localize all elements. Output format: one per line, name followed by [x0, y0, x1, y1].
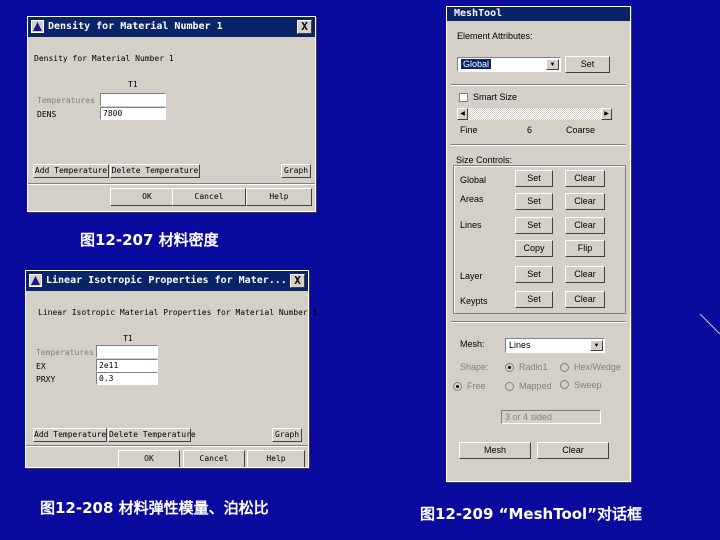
shape-radio-hex-label: Hex/Wedge — [574, 362, 621, 372]
divider — [451, 321, 626, 323]
dens-field[interactable]: 7800 — [100, 107, 166, 120]
density-dialog-titlebar[interactable]: Density for Material Number 1 X — [28, 17, 315, 37]
linear-isotropic-title: Linear Isotropic Properties for Mater... — [46, 275, 287, 286]
temperatures-label: Temperatures — [37, 96, 95, 105]
sided-select[interactable]: 3 or 4 sided — [501, 410, 601, 424]
smart-size-slider[interactable]: ◀ ▶ — [457, 108, 612, 120]
divider — [26, 445, 308, 447]
chevron-down-icon[interactable]: ▼ — [546, 59, 559, 70]
set-attributes-button[interactable]: Set — [565, 56, 610, 73]
dens-label: DENS — [37, 110, 57, 119]
caption-figure-12-209: 图12-209 “MeshTool”对话框 — [420, 505, 643, 523]
attr-select-value: Global — [461, 59, 492, 69]
lines-set-button[interactable]: Set — [515, 217, 553, 234]
close-button[interactable]: X — [297, 20, 312, 34]
sided-select-value: 3 or 4 sided — [505, 412, 553, 422]
smart-size-value: 6 — [527, 125, 533, 135]
slider-right-arrow[interactable]: ▶ — [601, 108, 612, 120]
clear-mesh-button[interactable]: Clear — [537, 442, 609, 459]
global-set-button[interactable]: Set — [515, 170, 553, 187]
sweep-label: Sweep — [574, 380, 602, 390]
sweep-radio[interactable] — [560, 380, 569, 389]
meshtool-title: MeshTool — [454, 8, 503, 19]
size-controls-label: Size Controls: — [456, 155, 513, 165]
decorative-line — [699, 313, 720, 335]
shape-radio-tri-label: Radio1 — [519, 362, 548, 372]
smart-size-label: Smart Size — [473, 92, 518, 102]
dialog-heading: Linear Isotropic Material Properties for… — [38, 308, 318, 317]
linear-isotropic-dialog: Linear Isotropic Properties for Mater...… — [25, 270, 317, 468]
add-temperature-button[interactable]: Add Temperature — [33, 428, 107, 442]
close-button[interactable]: X — [290, 274, 305, 288]
divider — [28, 183, 315, 185]
meshtool-dialog: MeshTool Element Attributes: Global ▼ Se… — [446, 6, 631, 482]
help-button[interactable]: Help — [247, 450, 305, 467]
element-attributes-label: Element Attributes: — [457, 31, 533, 41]
delete-temperature-button[interactable]: Delete Temperature — [110, 164, 200, 178]
caption-figure-12-208: 图12-208 材料弹性模量、泊松比 — [40, 499, 269, 517]
areas-set-button[interactable]: Set — [515, 193, 553, 210]
column-header-t1: T1 — [123, 334, 133, 343]
dialog-heading: Density for Material Number 1 — [34, 54, 174, 63]
ex-field[interactable]: 2e11 — [96, 359, 158, 372]
mesh-button[interactable]: Mesh — [459, 442, 531, 459]
smart-size-checkbox[interactable] — [459, 93, 468, 102]
help-button[interactable]: Help — [246, 188, 312, 206]
ok-button[interactable]: OK — [118, 450, 180, 467]
mapped-radio[interactable] — [505, 382, 514, 391]
ansys-window-icon — [31, 20, 44, 33]
meshtool-titlebar[interactable]: MeshTool — [447, 7, 630, 21]
mesh-label: Mesh: — [460, 339, 485, 349]
areas-clear-button[interactable]: Clear — [565, 193, 605, 210]
areas-label: Areas — [460, 194, 484, 204]
shape-radio-tri[interactable] — [505, 363, 514, 372]
delete-temperature-button[interactable]: Delete Temperature — [108, 428, 196, 442]
shape-radio-hex[interactable] — [560, 363, 569, 372]
layer-set-button[interactable]: Set — [515, 266, 553, 283]
temperature-field[interactable] — [96, 345, 158, 358]
flip-button[interactable]: Flip — [565, 240, 605, 257]
ansys-window-icon — [29, 274, 42, 287]
free-label: Free — [467, 381, 486, 391]
global-label: Global — [460, 175, 487, 185]
graph-button[interactable]: Graph — [281, 164, 311, 178]
prxy-field[interactable]: 0.3 — [96, 372, 158, 385]
cancel-button[interactable]: Cancel — [183, 450, 245, 467]
slider-left-arrow[interactable]: ◀ — [457, 108, 468, 120]
lines-label: Lines — [460, 220, 482, 230]
density-dialog: Density for Material Number 1 X Density … — [27, 16, 316, 212]
add-temperature-button[interactable]: Add Temperature — [33, 164, 109, 178]
divider — [451, 84, 626, 86]
mesh-type-select[interactable]: Lines ▼ — [505, 338, 605, 353]
keypts-set-button[interactable]: Set — [515, 291, 553, 308]
chevron-down-icon[interactable]: ▼ — [590, 340, 603, 351]
shape-label: Shape: — [460, 362, 489, 372]
ex-label: EX — [36, 362, 46, 371]
layer-clear-button[interactable]: Clear — [565, 266, 605, 283]
caption-figure-12-207: 图12-207 材料密度 — [80, 231, 219, 249]
keypts-label: Keypts — [460, 296, 488, 306]
divider — [451, 144, 626, 146]
temperatures-label: Temperatures — [36, 348, 94, 357]
linear-isotropic-titlebar[interactable]: Linear Isotropic Properties for Mater...… — [26, 271, 308, 291]
element-attributes-select[interactable]: Global ▼ — [457, 57, 561, 72]
keypts-clear-button[interactable]: Clear — [565, 291, 605, 308]
mesh-select-value: Lines — [509, 340, 531, 350]
coarse-label: Coarse — [566, 125, 596, 135]
column-header-t1: T1 — [128, 80, 138, 89]
cancel-button[interactable]: Cancel — [172, 188, 246, 206]
mapped-label: Mapped — [519, 381, 552, 391]
copy-button[interactable]: Copy — [515, 240, 553, 257]
temperature-field[interactable] — [100, 93, 166, 106]
lines-clear-button[interactable]: Clear — [565, 217, 605, 234]
prxy-label: PRXY — [36, 375, 56, 384]
free-radio[interactable] — [453, 382, 462, 391]
global-clear-button[interactable]: Clear — [565, 170, 605, 187]
density-dialog-title: Density for Material Number 1 — [48, 21, 223, 32]
graph-button[interactable]: Graph — [272, 428, 302, 442]
fine-label: Fine — [460, 125, 478, 135]
layer-label: Layer — [460, 271, 483, 281]
